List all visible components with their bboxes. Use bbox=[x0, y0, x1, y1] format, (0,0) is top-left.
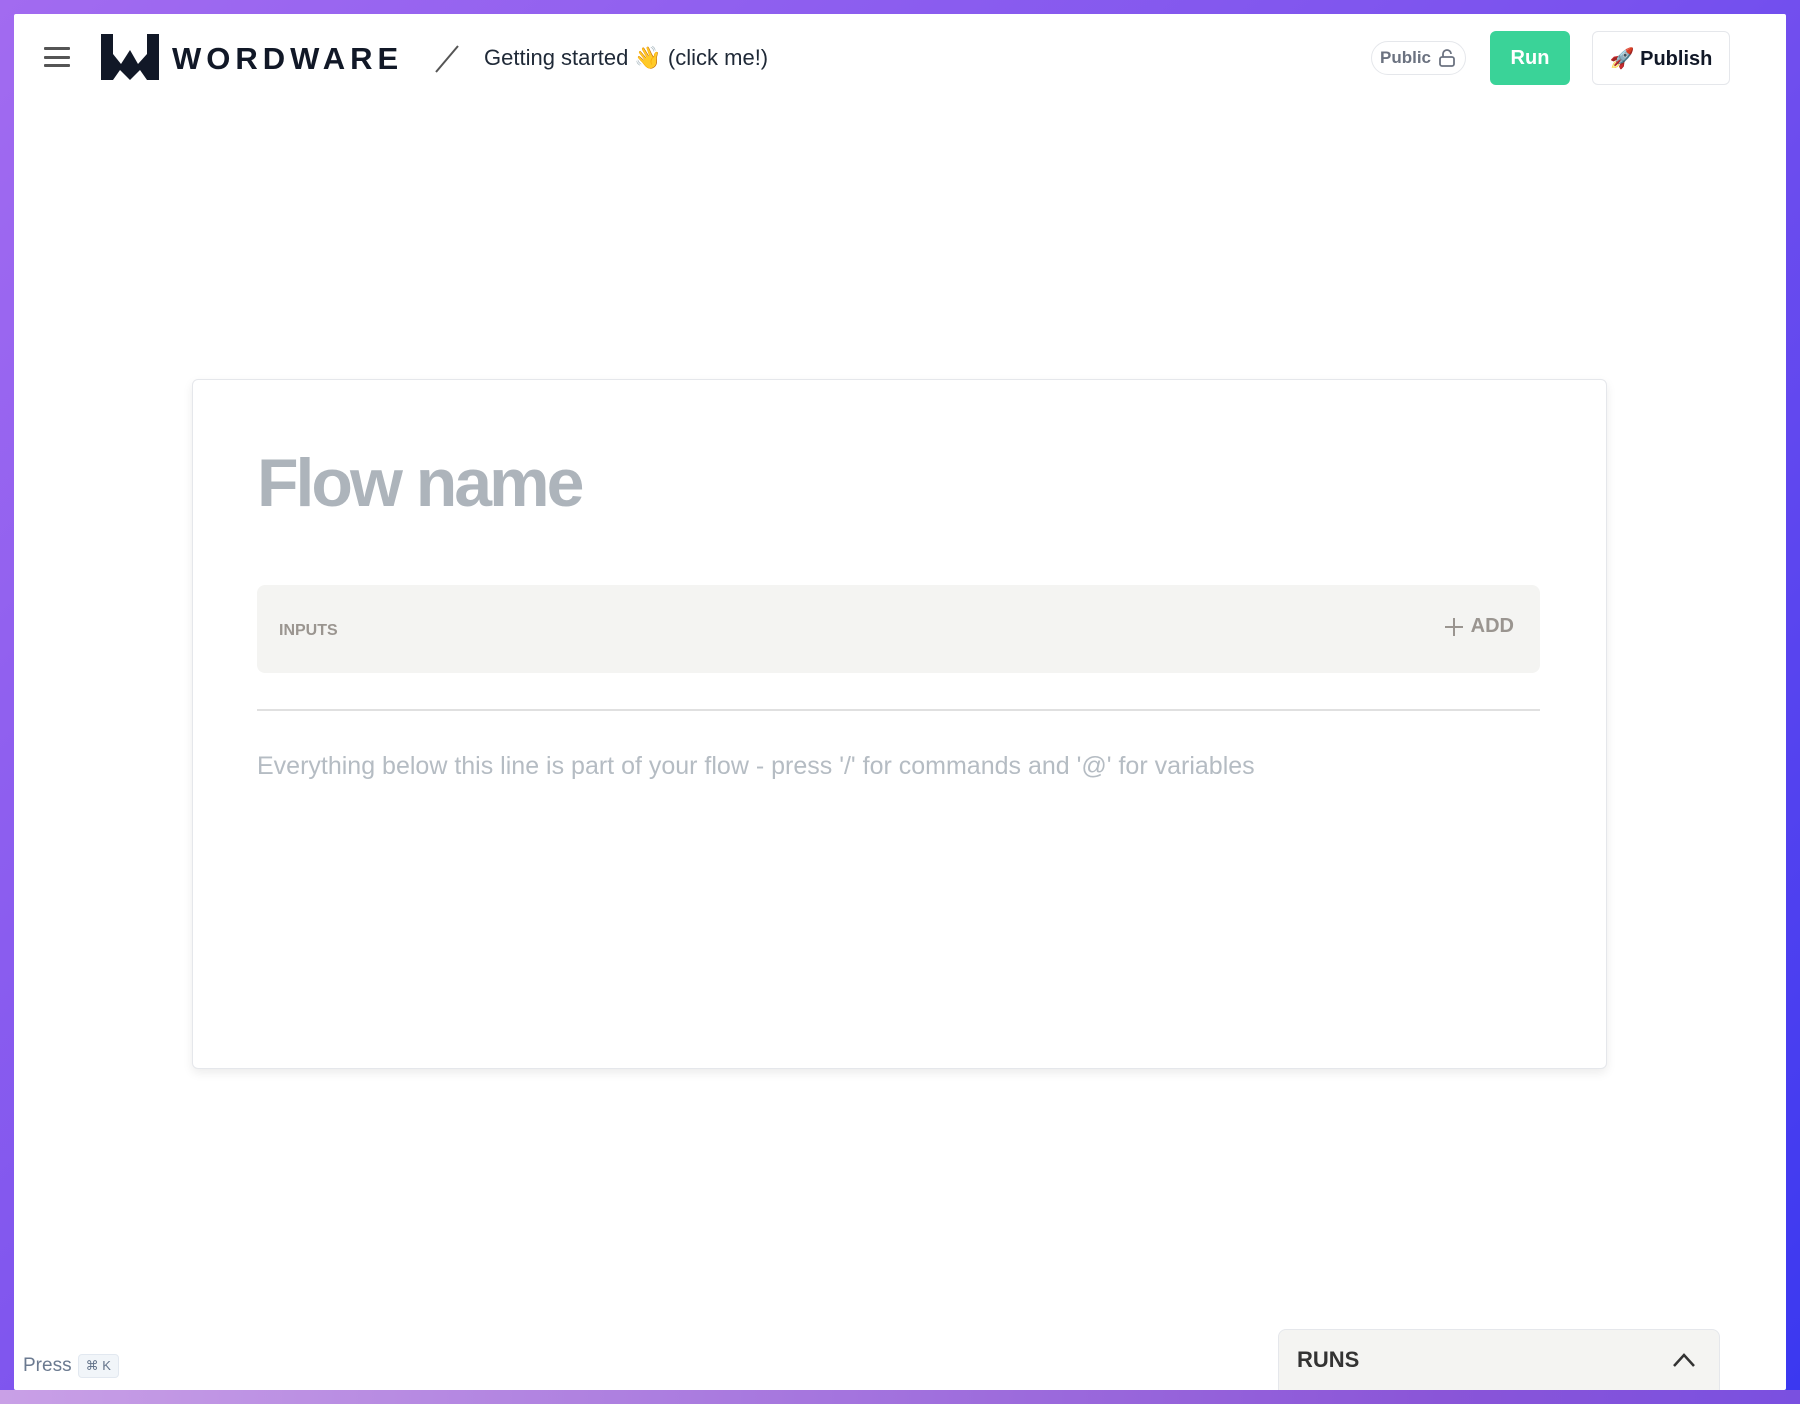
flow-name-input[interactable]: Flow name bbox=[257, 444, 584, 522]
runs-label: RUNS bbox=[1297, 1347, 1360, 1372]
flow-body-editor[interactable]: Everything below this line is part of yo… bbox=[257, 752, 1255, 781]
breadcrumb-separator bbox=[435, 45, 459, 73]
background-frame bbox=[0, 1390, 1800, 1404]
visibility-label: Public bbox=[1379, 48, 1431, 67]
flow-title-breadcrumb[interactable]: Getting started 👋 (click me!) bbox=[484, 45, 768, 71]
run-button[interactable]: Run bbox=[1490, 31, 1570, 85]
flow-divider bbox=[257, 709, 1540, 711]
chevron-up-icon bbox=[1673, 1353, 1695, 1367]
brand-name[interactable]: WORDWARE bbox=[172, 41, 403, 77]
visibility-toggle[interactable]: Public bbox=[1371, 41, 1466, 75]
menu-icon[interactable] bbox=[44, 47, 70, 67]
runs-panel-toggle[interactable]: RUNS bbox=[1278, 1329, 1720, 1390]
inputs-section: INPUTS ADD bbox=[257, 585, 1540, 673]
shortcut-key: ⌘ K bbox=[77, 1354, 119, 1378]
flow-editor-card: Flow name INPUTS ADD Everything below th… bbox=[192, 379, 1607, 1069]
command-hint: Press ⌘ K bbox=[23, 1354, 119, 1378]
plus-icon bbox=[1444, 617, 1463, 636]
app-window: WORDWARE Getting started 👋 (click me!) P… bbox=[14, 14, 1786, 1390]
add-label: ADD bbox=[1470, 615, 1514, 637]
publish-button[interactable]: 🚀 Publish bbox=[1592, 31, 1730, 85]
press-label: Press bbox=[23, 1355, 72, 1376]
unlock-icon bbox=[1439, 49, 1455, 67]
wordware-logo bbox=[101, 34, 159, 80]
add-input-button[interactable]: ADD bbox=[1443, 615, 1514, 638]
inputs-label: INPUTS bbox=[279, 622, 338, 639]
